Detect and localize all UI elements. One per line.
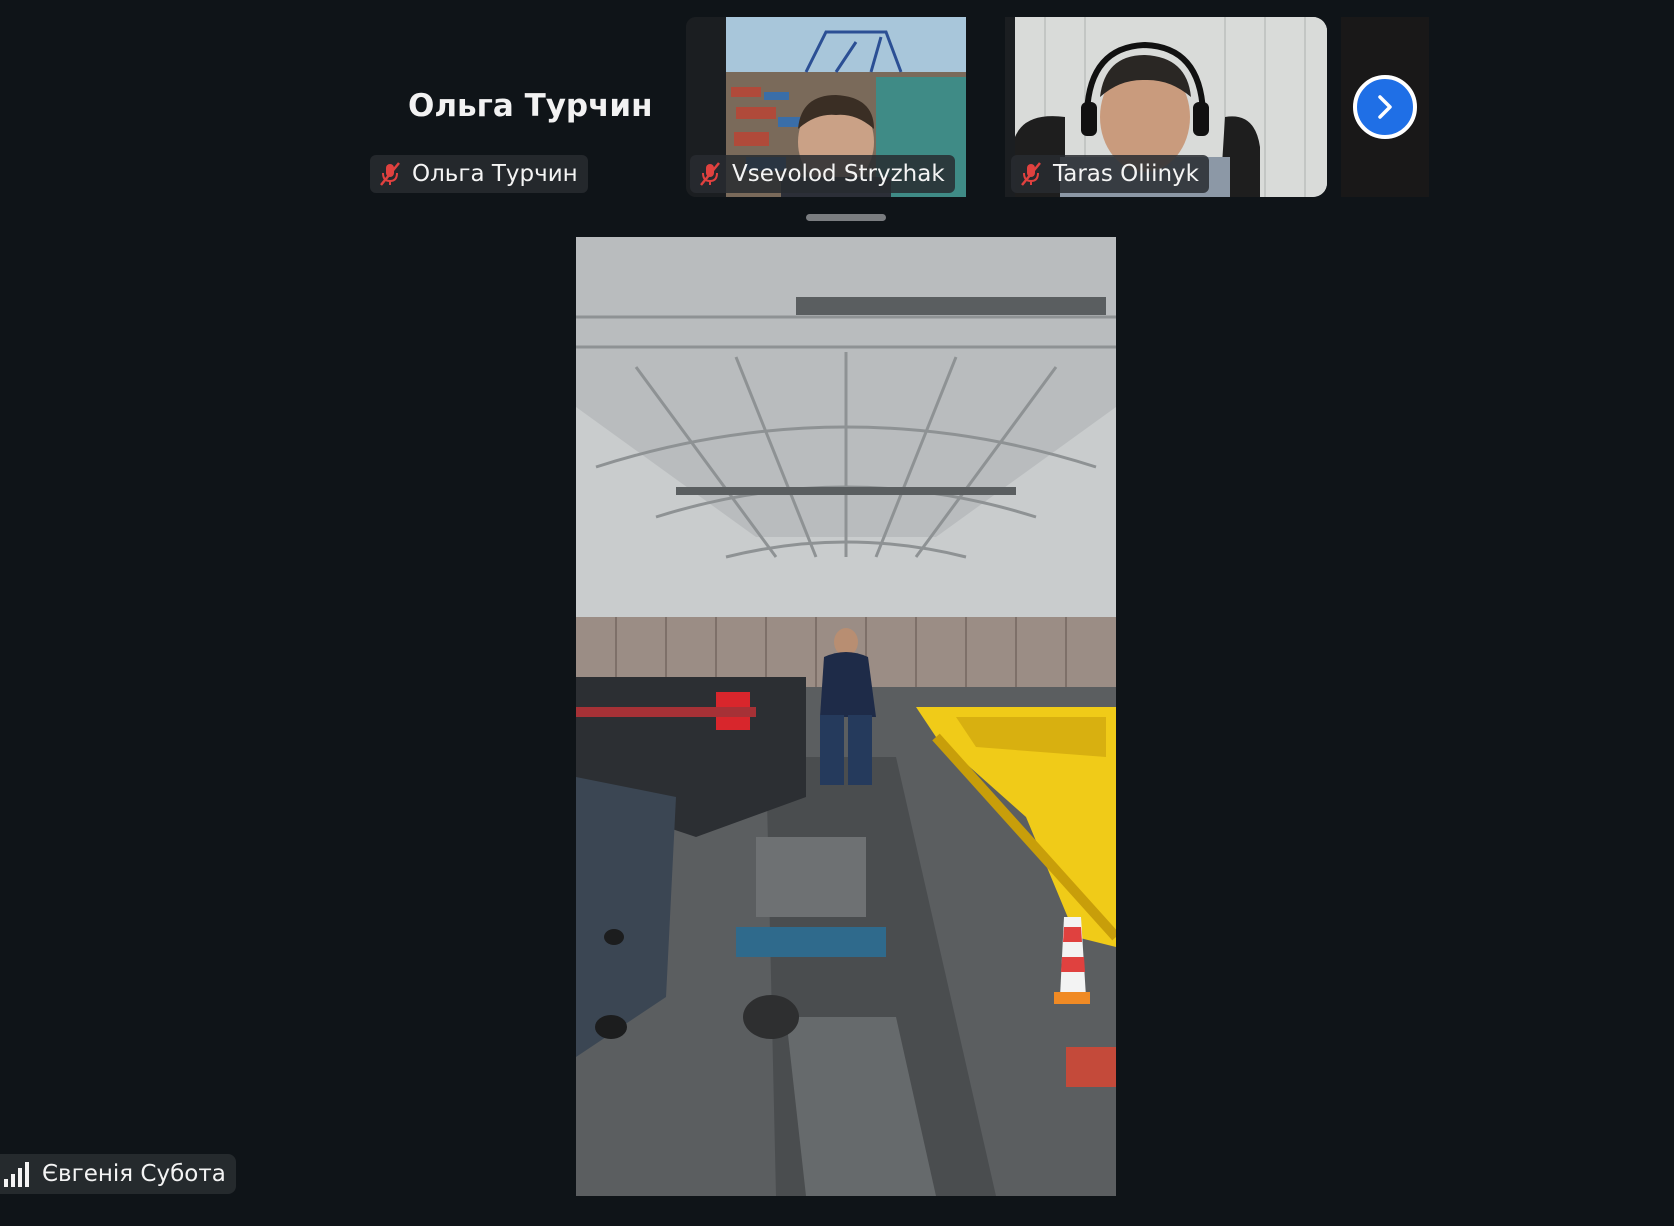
mic-muted-icon [1021,162,1041,186]
participant-name: Ольга Турчин [412,161,578,187]
gallery-resize-handle[interactable] [806,214,886,221]
main-video-stream[interactable] [576,237,1116,1196]
participant-name-tag: Vsevolod Stryzhak [690,155,955,193]
signal-bars-icon [4,1162,29,1187]
mic-muted-icon [700,162,720,186]
participant-name-tag: Ольга Турчин [370,155,588,193]
mic-muted-icon [380,162,400,186]
participant-name-tag: Taras Oliinyk [1011,155,1209,193]
participant-name: Taras Oliinyk [1053,161,1199,187]
self-view-name-tag: Євгенія Субота [0,1154,236,1194]
participant-name: Євгенія Субота [42,1161,226,1187]
active-speaker-title: Ольга Турчин [408,88,653,124]
gallery-next-button[interactable] [1353,75,1417,139]
participant-name: Vsevolod Stryzhak [732,161,945,187]
video-frame [576,237,1116,1196]
chevron-right-icon [1378,95,1392,119]
